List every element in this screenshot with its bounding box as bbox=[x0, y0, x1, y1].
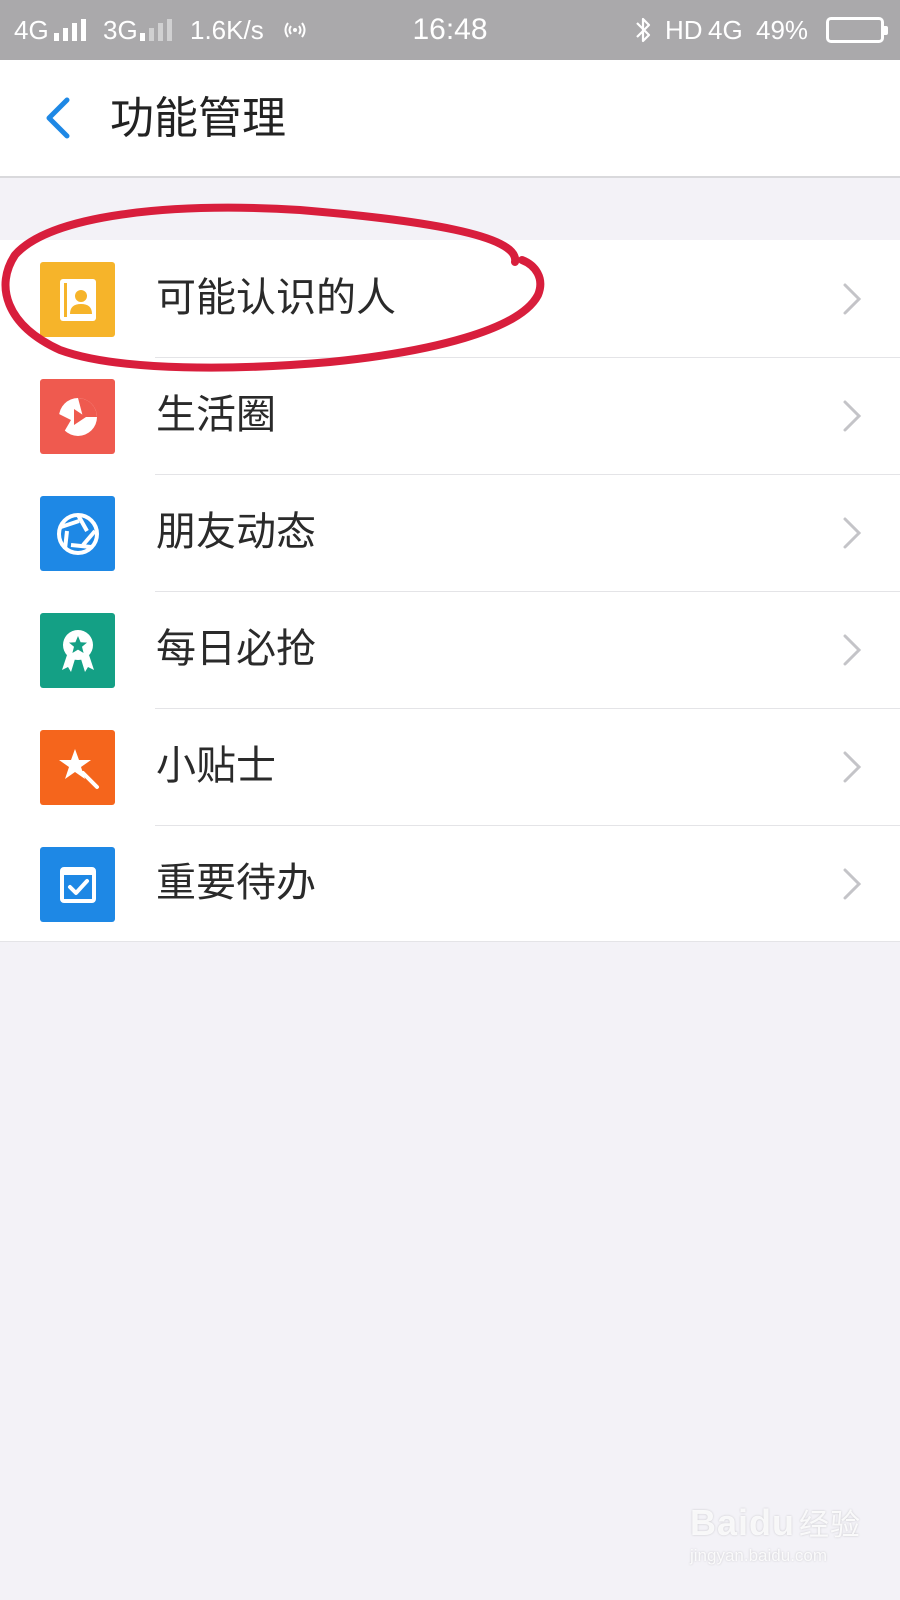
list-item-friend-feed[interactable]: 朋友动态 bbox=[0, 474, 900, 591]
chevron-right-icon bbox=[843, 868, 862, 900]
watermark: Baidu 经验 jingyan.baidu.com bbox=[690, 1500, 890, 1590]
status-bar: 4G 3G 1.6K/s 16:48 HD 4G 49% bbox=[0, 0, 900, 60]
hd-indicator: HD bbox=[665, 14, 703, 45]
signal-strength-icon bbox=[54, 0, 86, 60]
network-type-2: 3G bbox=[103, 14, 138, 45]
watermark-url: jingyan.baidu.com bbox=[690, 1546, 828, 1565]
hotspot-icon bbox=[282, 0, 308, 60]
bluetooth-icon bbox=[634, 0, 652, 60]
life-circle-icon bbox=[40, 379, 115, 454]
chevron-left-icon bbox=[46, 97, 70, 139]
list-item-life-circle[interactable]: 生活圈 bbox=[0, 357, 900, 474]
item-label: 重要待办 bbox=[156, 860, 316, 906]
back-button[interactable] bbox=[28, 88, 88, 148]
list-item-people-you-may-know[interactable]: 可能认识的人 bbox=[0, 240, 900, 357]
chevron-right-icon bbox=[843, 634, 862, 666]
chevron-right-icon bbox=[843, 517, 862, 549]
item-label: 可能认识的人 bbox=[156, 275, 396, 321]
title-bar: 功能管理 bbox=[0, 60, 900, 178]
aperture-icon bbox=[40, 496, 115, 571]
badge-star-icon bbox=[40, 613, 115, 688]
page-title: 功能管理 bbox=[110, 93, 286, 144]
chevron-right-icon bbox=[843, 751, 862, 783]
magic-wand-icon bbox=[40, 730, 115, 805]
feature-list: 可能认识的人 生活圈 朋友动态 每日必抢 小贴士 重要待办 bbox=[0, 240, 900, 942]
contact-card-icon bbox=[40, 262, 115, 337]
signal-strength-icon-weak bbox=[140, 0, 172, 60]
network-type-1: 4G bbox=[14, 14, 49, 45]
chevron-right-icon bbox=[843, 283, 862, 315]
todo-check-icon bbox=[40, 847, 115, 922]
network-speed: 1.6K/s bbox=[190, 14, 264, 45]
item-label: 朋友动态 bbox=[156, 509, 316, 555]
chevron-right-icon bbox=[843, 400, 862, 432]
item-label: 每日必抢 bbox=[156, 626, 316, 672]
network-type-3: 4G bbox=[708, 14, 743, 45]
watermark-logo: Baidu 经验 bbox=[690, 1502, 862, 1543]
battery-percent: 49% bbox=[756, 14, 809, 45]
list-item-daily-deals[interactable]: 每日必抢 bbox=[0, 591, 900, 708]
battery-icon bbox=[826, 0, 888, 60]
item-label: 小贴士 bbox=[156, 743, 276, 789]
item-label: 生活圈 bbox=[156, 392, 276, 438]
list-item-tips[interactable]: 小贴士 bbox=[0, 708, 900, 825]
list-item-important-todo[interactable]: 重要待办 bbox=[0, 825, 900, 942]
